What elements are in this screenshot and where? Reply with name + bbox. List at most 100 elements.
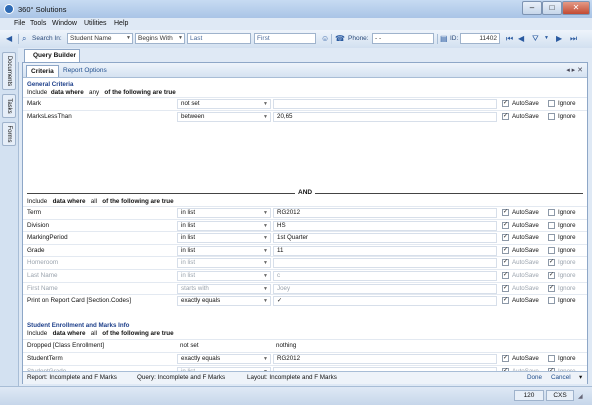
value-field[interactable]: RG2012 <box>273 354 497 364</box>
operator-select[interactable]: in list ▼ <box>177 220 271 231</box>
chevron-down-icon: ▼ <box>126 35 131 41</box>
autosave-checkbox[interactable]: ✓ <box>502 284 509 292</box>
first-name-field[interactable]: First <box>254 33 316 44</box>
autosave-checkbox[interactable]: ✓ <box>502 112 509 120</box>
operator-select[interactable]: in list ▼ <box>177 271 271 281</box>
dropdown-icon[interactable]: ▾ <box>579 374 582 381</box>
minimize-button[interactable]: – <box>522 1 542 15</box>
value-field[interactable]: RG2012 <box>273 208 497 218</box>
autosave-checkbox[interactable]: ✓ <box>502 221 509 229</box>
next-icon[interactable]: ▶ <box>556 34 562 43</box>
autosave-checkbox[interactable]: ✓ <box>502 355 509 362</box>
chevron-down-icon: ▼ <box>263 356 268 362</box>
autosave-checkbox[interactable]: ✓ <box>502 100 509 107</box>
operator-select[interactable]: in list ▼ <box>177 208 271 218</box>
operator-select[interactable]: not set ▼ <box>177 99 271 109</box>
section-enrollment-header: Student Enrollment and Marks Info <box>27 322 130 329</box>
match-all-select[interactable]: all <box>91 198 97 205</box>
value-field[interactable]: HS <box>273 220 497 231</box>
chevron-down-icon: ▼ <box>263 235 268 242</box>
value-field[interactable]: Joey <box>273 283 497 294</box>
include-word: Include <box>27 198 48 205</box>
ignore-checkbox[interactable] <box>548 209 555 216</box>
ignore-checkbox[interactable] <box>548 112 555 120</box>
back-icon[interactable]: ◀ <box>6 34 12 43</box>
first-record-icon[interactable]: ⏮ <box>506 34 513 43</box>
close-button[interactable]: ✕ <box>562 1 590 15</box>
ignore-checkbox[interactable] <box>548 246 555 254</box>
tab-criteria[interactable]: Criteria <box>26 65 59 77</box>
value-field[interactable]: 1st Quarter <box>273 233 497 244</box>
document-tab-bar: Query Builder <box>18 48 592 62</box>
menu-file[interactable]: File <box>14 20 25 27</box>
tab-query-builder[interactable]: Query Builder <box>24 49 80 62</box>
ignore-checkbox[interactable] <box>548 100 555 107</box>
query-status-bar: Report: Incomplete and F Marks Query: In… <box>23 371 587 384</box>
autosave-label: AutoSave <box>512 100 539 107</box>
field-name: Mark <box>27 100 41 107</box>
ignore-checkbox[interactable]: ✓ <box>548 272 555 279</box>
previous-icon[interactable]: ◀ <box>518 34 524 43</box>
menu-tools[interactable]: Tools <box>30 20 46 27</box>
operator-value: starts with <box>181 284 209 292</box>
filter-icon[interactable]: ⛛ <box>532 34 539 43</box>
value-field[interactable]: c <box>273 271 497 281</box>
operator-select[interactable]: exactly equals ▼ <box>177 296 271 307</box>
match-mode-select[interactable]: Begins With ▼ <box>135 33 185 44</box>
search-icon[interactable]: ⌕ <box>22 34 26 43</box>
last-name-field[interactable]: Last <box>187 33 251 44</box>
side-tab-tasks[interactable]: Tasks <box>2 94 16 118</box>
menu-window[interactable]: Window <box>52 20 77 27</box>
id-field[interactable]: 11402 <box>460 33 500 44</box>
menu-utilities[interactable]: Utilities <box>84 20 107 27</box>
maximize-button[interactable]: □ <box>542 1 562 15</box>
match-any-select[interactable]: any <box>89 89 99 96</box>
autosave-checkbox[interactable]: ✓ <box>502 246 509 254</box>
ignore-checkbox[interactable] <box>548 297 555 305</box>
ignore-checkbox[interactable]: ✓ <box>548 284 555 292</box>
value-text: 20,65 <box>277 112 293 120</box>
resize-grip-icon[interactable]: ◢ <box>578 393 583 400</box>
operator-select[interactable]: between ▼ <box>177 111 271 122</box>
autosave-checkbox[interactable]: ✓ <box>502 209 509 216</box>
value-field[interactable] <box>273 258 497 269</box>
ignore-checkbox[interactable] <box>548 221 555 229</box>
operator-select[interactable]: in list ▼ <box>177 233 271 244</box>
operator-select[interactable]: starts with ▼ <box>177 283 271 294</box>
autosave-checkbox[interactable]: ✓ <box>502 259 509 267</box>
side-tab-forms[interactable]: Forms <box>2 122 16 146</box>
value-field[interactable]: ✓ <box>273 296 497 307</box>
operator-value: in list <box>181 234 196 242</box>
criteria-row-static: Dropped [Class Enrollment] not set nothi… <box>23 339 587 352</box>
value-field[interactable]: 11 <box>273 245 497 256</box>
close-icon[interactable]: ✕ <box>577 67 583 74</box>
done-button[interactable]: Done <box>527 374 542 381</box>
operator-select[interactable]: exactly equals ▼ <box>177 354 271 364</box>
scroll-right-icon[interactable]: ▸ <box>572 67 576 74</box>
cancel-button[interactable]: Cancel <box>551 374 571 381</box>
title-bar: 360° Solutions – □ ✕ <box>0 0 592 18</box>
ignore-checkbox[interactable] <box>548 234 555 242</box>
data-where: data where <box>50 89 84 96</box>
search-in-select[interactable]: Student Name ▼ <box>67 33 133 44</box>
chevron-down-icon[interactable]: ▼ <box>544 34 549 43</box>
tab-report-options[interactable]: Report Options <box>59 65 111 76</box>
operator-select[interactable]: in list ▼ <box>177 245 271 256</box>
value-field[interactable] <box>273 99 497 109</box>
menu-help[interactable]: Help <box>114 20 128 27</box>
first-placeholder: First <box>257 35 270 42</box>
scroll-left-icon[interactable]: ◂ <box>566 67 570 74</box>
phone-field[interactable]: - - <box>372 33 434 44</box>
ignore-checkbox[interactable] <box>548 355 555 362</box>
autosave-checkbox[interactable]: ✓ <box>502 234 509 242</box>
operator-value: in list <box>181 209 196 216</box>
match-all-select[interactable]: all <box>91 330 97 337</box>
autosave-checkbox[interactable]: ✓ <box>502 297 509 305</box>
last-record-icon[interactable]: ⏭ <box>570 34 577 43</box>
operator-value: in list <box>181 259 196 267</box>
side-tab-documents[interactable]: Documents <box>2 52 16 90</box>
ignore-checkbox[interactable]: ✓ <box>548 259 555 267</box>
value-field[interactable]: 20,65 <box>273 111 497 122</box>
autosave-checkbox[interactable]: ✓ <box>502 272 509 279</box>
operator-select[interactable]: in list ▼ <box>177 258 271 269</box>
